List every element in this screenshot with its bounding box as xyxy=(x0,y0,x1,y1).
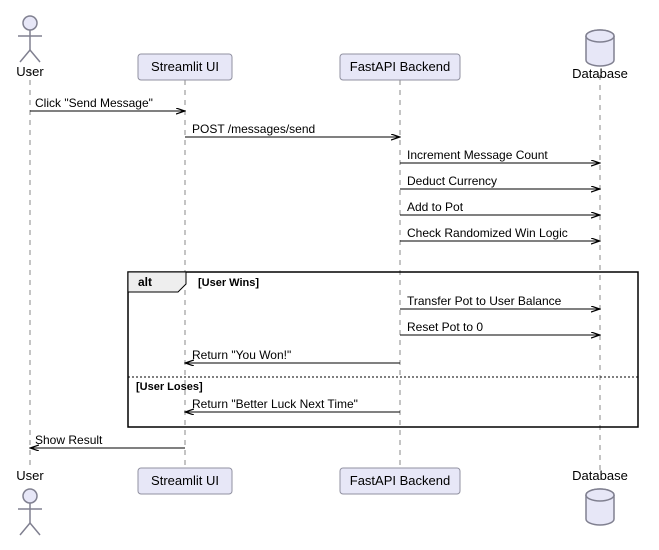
svg-text:Reset Pot to 0: Reset Pot to 0 xyxy=(407,320,483,334)
message-show-result: Show Result xyxy=(30,433,185,448)
svg-text:Return "You Won!": Return "You Won!" xyxy=(192,348,291,362)
svg-text:User: User xyxy=(16,468,44,483)
svg-text:Add to Pot: Add to Pot xyxy=(407,200,464,214)
svg-text:FastAPI Backend: FastAPI Backend xyxy=(350,473,450,488)
svg-text:Check Randomized Win Logic: Check Randomized Win Logic xyxy=(407,226,568,240)
message-increment-count: Increment Message Count xyxy=(400,148,600,163)
participant-db-top: Database xyxy=(572,30,628,81)
message-return-lost: Return "Better Luck Next Time" xyxy=(185,397,400,412)
participant-ui-bottom: Streamlit UI xyxy=(138,468,232,494)
participant-ui-label: Streamlit UI xyxy=(151,59,219,74)
message-click-send: Click "Send Message" xyxy=(30,96,185,111)
alt-guard-win: [User Wins] xyxy=(198,277,259,289)
svg-text:Click "Send Message": Click "Send Message" xyxy=(35,96,153,110)
message-deduct-currency: Deduct Currency xyxy=(400,174,600,189)
svg-text:Deduct Currency: Deduct Currency xyxy=(407,174,497,188)
participant-api-bottom: FastAPI Backend xyxy=(340,468,460,494)
message-transfer-pot: Transfer Pot to User Balance xyxy=(400,294,600,309)
message-check-win-logic: Check Randomized Win Logic xyxy=(400,226,600,241)
svg-text:Database: Database xyxy=(572,468,628,483)
svg-text:Show Result: Show Result xyxy=(35,433,103,447)
participant-user-label: User xyxy=(16,64,44,79)
participant-db-label: Database xyxy=(572,66,628,81)
participant-api-label: FastAPI Backend xyxy=(350,59,450,74)
svg-text:Streamlit UI: Streamlit UI xyxy=(151,473,219,488)
svg-text:Increment Message Count: Increment Message Count xyxy=(407,148,548,162)
svg-text:Transfer Pot to User Balance: Transfer Pot to User Balance xyxy=(407,294,562,308)
participant-ui-top: Streamlit UI xyxy=(138,54,232,80)
message-post-send: POST /messages/send xyxy=(185,122,400,137)
participant-user-bottom: User xyxy=(16,468,44,535)
svg-text:POST /messages/send: POST /messages/send xyxy=(192,122,315,136)
message-add-to-pot: Add to Pot xyxy=(400,200,600,215)
participant-api-top: FastAPI Backend xyxy=(340,54,460,80)
participant-db-bottom: Database xyxy=(572,468,628,525)
message-return-won: Return "You Won!" xyxy=(185,348,400,363)
sequence-diagram: User Streamlit UI FastAPI Backend Databa… xyxy=(10,10,650,540)
alt-guard-lose: [User Loses] xyxy=(136,381,203,393)
message-reset-pot: Reset Pot to 0 xyxy=(400,320,600,335)
alt-operator-label: alt xyxy=(138,275,152,289)
svg-text:Return "Better Luck Next Time": Return "Better Luck Next Time" xyxy=(192,397,358,411)
participant-user-top: User xyxy=(16,16,44,79)
alt-fragment: alt [User Wins] Transfer Pot to User Bal… xyxy=(128,272,638,427)
